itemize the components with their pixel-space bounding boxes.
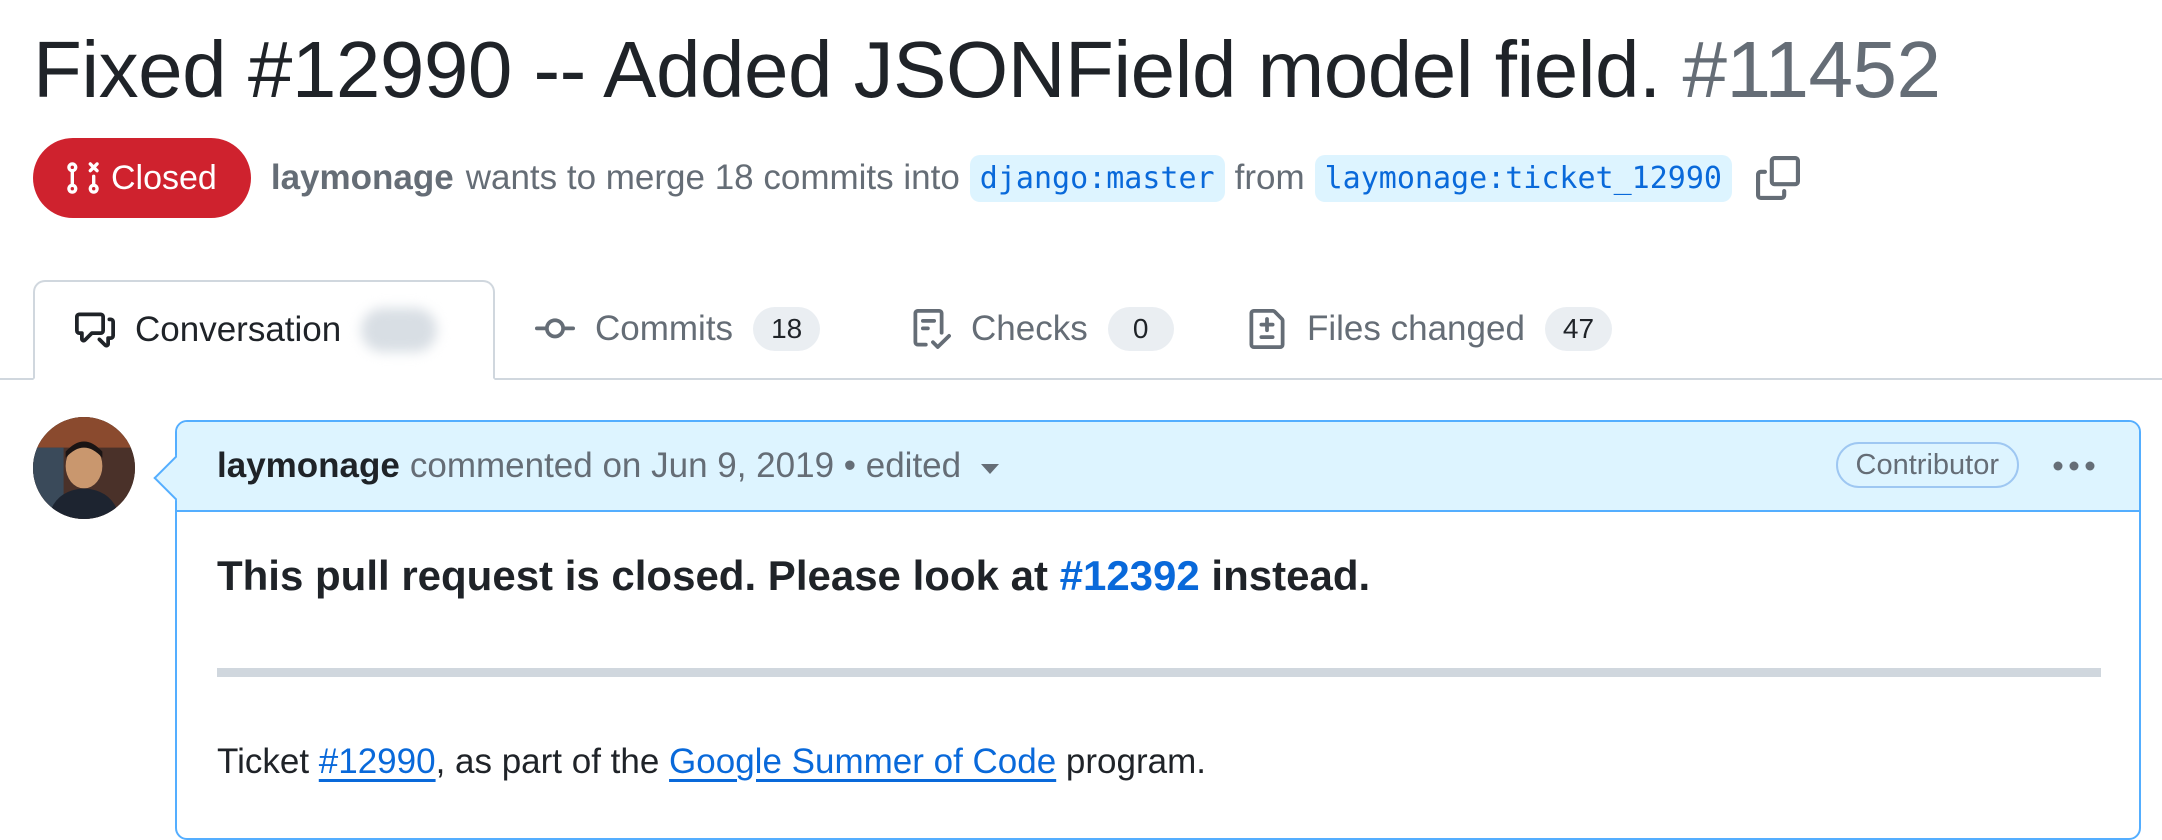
tab-commits-label: Commits [595, 309, 734, 348]
headline-issue-link[interactable]: #12392 [1060, 552, 1200, 599]
tab-conversation-label: Conversation [135, 310, 342, 349]
avatar-image [33, 417, 135, 519]
tab-files-changed[interactable]: Files changed 47 [1247, 280, 1613, 378]
para-text-mid: , as part of the [435, 742, 670, 781]
head-branch[interactable]: laymonage:ticket_12990 [1314, 154, 1732, 202]
pr-tabs: Conversation 00 Commits 18 Checks 0 File… [0, 280, 2162, 380]
tab-checks-count: 0 [1107, 307, 1174, 351]
git-commit-icon [535, 318, 575, 339]
comment-box: laymonage commented on Jun 9, 2019 • edi… [175, 420, 2141, 840]
headline-text-before: This pull request is closed. Please look… [217, 552, 1060, 599]
tab-conversation-count: 00 [361, 308, 438, 352]
pr-author-link[interactable]: laymonage [271, 158, 454, 198]
tab-files-changed-label: Files changed [1307, 309, 1525, 348]
horizontal-rule [217, 668, 2101, 677]
copy-icon[interactable] [1755, 156, 1800, 200]
ticket-link[interactable]: #12990 [319, 742, 436, 781]
tab-checks[interactable]: Checks 0 [911, 280, 1174, 378]
kebab-horizontal-icon[interactable] [2049, 444, 2099, 488]
para-text-after: program. [1056, 742, 1206, 781]
file-diff-icon [1249, 309, 1285, 349]
base-branch[interactable]: django:master [969, 154, 1225, 202]
pr-title-text: Fixed #12990 -- Added JSONField model fi… [33, 25, 1661, 114]
pr-number: #11452 [1682, 25, 1942, 114]
state-label: Closed [111, 158, 217, 197]
comment-author-link[interactable]: laymonage [217, 446, 400, 486]
headline-text-after: instead. [1199, 552, 1371, 599]
tab-commits[interactable]: Commits 18 [535, 280, 821, 378]
para-text-before: Ticket [217, 742, 319, 781]
role-badge: Contributor [1835, 442, 2019, 488]
chevron-down-icon[interactable] [981, 464, 1000, 474]
merge-text: wants to merge 18 commits into [465, 158, 960, 197]
comment-meta[interactable]: commented on Jun 9, 2019 • edited [410, 446, 961, 486]
merge-description: laymonage wants to merge 18 commits into… [271, 154, 1800, 202]
comment-header: laymonage commented on Jun 9, 2019 • edi… [177, 422, 2139, 512]
git-pull-request-closed-icon [67, 162, 99, 194]
pr-title: Fixed #12990 -- Added JSONField model fi… [33, 20, 1941, 120]
checklist-icon [913, 309, 951, 349]
avatar[interactable] [33, 417, 135, 519]
comment-discussion-icon [75, 312, 115, 348]
gsoc-link[interactable]: Google Summer of Code [669, 742, 1056, 781]
comment-paragraph: Ticket #12990, as part of the Google Sum… [217, 742, 1206, 782]
tab-files-changed-count: 47 [1544, 307, 1613, 351]
pr-meta: Closed laymonage wants to merge 18 commi… [33, 138, 1800, 218]
tab-checks-label: Checks [971, 309, 1088, 348]
tab-conversation[interactable]: Conversation 00 [33, 280, 495, 380]
state-badge: Closed [33, 138, 251, 218]
comment-headline: This pull request is closed. Please look… [217, 552, 1370, 600]
tab-commits-count: 18 [753, 307, 821, 351]
from-text: from [1234, 158, 1305, 197]
